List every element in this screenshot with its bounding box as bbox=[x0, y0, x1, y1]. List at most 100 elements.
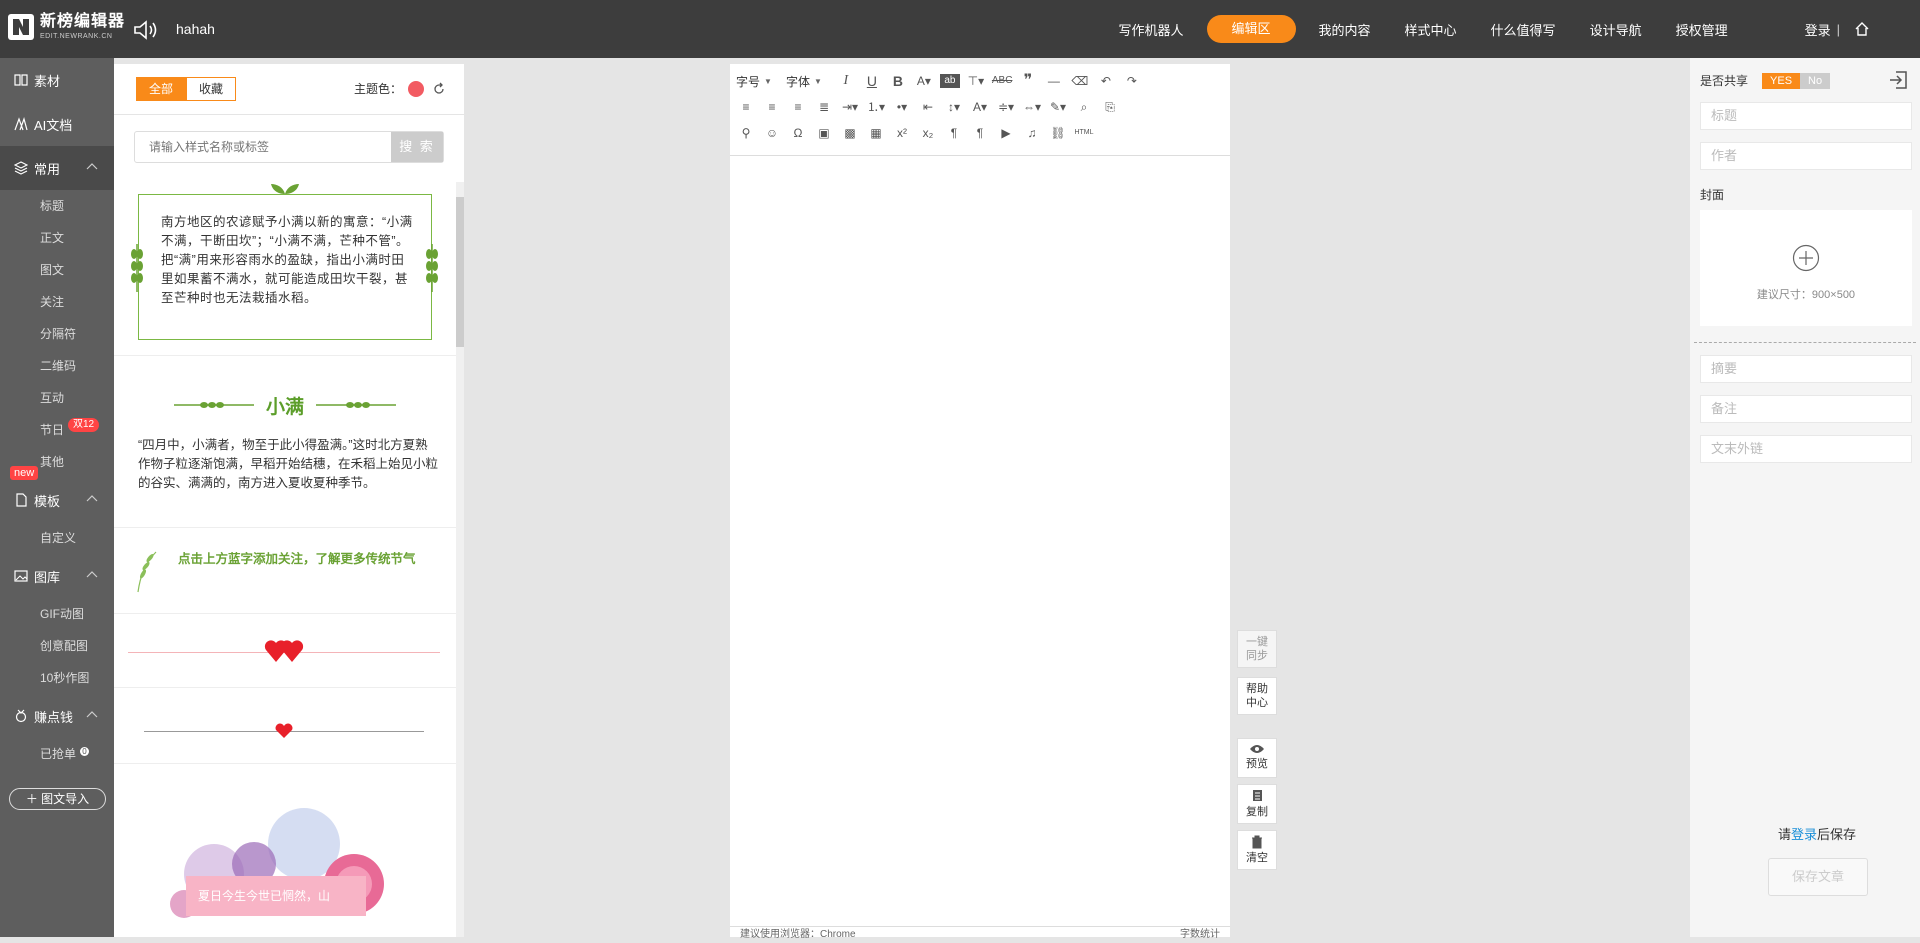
unordered-list-icon[interactable]: •▾ bbox=[892, 97, 912, 117]
font-color-icon[interactable]: A▾ bbox=[914, 71, 934, 91]
code-icon[interactable]: ⎘ bbox=[1100, 97, 1120, 117]
help-button[interactable]: 帮助中心 bbox=[1237, 677, 1277, 715]
background-color-icon[interactable]: ab bbox=[939, 74, 960, 88]
font-size-select[interactable]: 字号 bbox=[736, 73, 760, 90]
author-field[interactable]: 作者 bbox=[1700, 142, 1912, 170]
music-icon[interactable]: ♫ bbox=[1022, 123, 1042, 143]
bold-icon[interactable]: B bbox=[888, 71, 908, 91]
insert-image-icon[interactable]: ▣ bbox=[814, 123, 834, 143]
align-center-icon[interactable]: ≡ bbox=[762, 97, 782, 117]
outdent-icon[interactable]: ⇤ bbox=[918, 97, 938, 117]
sub-divider[interactable]: 分隔符 bbox=[0, 318, 114, 350]
home-icon[interactable] bbox=[1854, 21, 1870, 37]
title-field[interactable]: 标题 bbox=[1700, 102, 1912, 130]
nav-writing-robot[interactable]: 写作机器人 bbox=[1101, 20, 1200, 39]
sub-festival[interactable]: 节日 双12 bbox=[0, 414, 114, 446]
text-border-icon[interactable]: ⊤▾ bbox=[966, 71, 986, 91]
format-painter-icon[interactable]: ✎▾ bbox=[1048, 97, 1068, 117]
speaker-icon[interactable] bbox=[132, 19, 158, 41]
clear-button[interactable]: 清空 bbox=[1237, 830, 1277, 870]
nav-gallery[interactable]: 图库 bbox=[0, 554, 114, 598]
align-justify-icon[interactable]: ≣ bbox=[814, 97, 834, 117]
cover-upload[interactable]: 建议尺寸：900×500 bbox=[1700, 210, 1912, 326]
sub-title[interactable]: 标题 bbox=[0, 190, 114, 222]
underline-icon[interactable]: U bbox=[862, 71, 882, 91]
italic-icon[interactable]: I bbox=[836, 71, 856, 91]
nav-common[interactable]: 常用 bbox=[0, 146, 114, 190]
align-right-icon[interactable]: ≡ bbox=[788, 97, 808, 117]
login-link[interactable]: 登录 bbox=[1745, 20, 1831, 39]
superscript-icon[interactable]: x² bbox=[892, 123, 912, 143]
nav-worth-writing[interactable]: 什么值得写 bbox=[1474, 20, 1573, 39]
style-card[interactable] bbox=[114, 688, 456, 764]
nav-editor[interactable]: 编辑区 bbox=[1206, 15, 1296, 43]
sync-button[interactable]: 一键同步 bbox=[1237, 630, 1277, 668]
special-char-icon[interactable]: Ω bbox=[788, 123, 808, 143]
sub-grabbed[interactable]: 已抢单 0 bbox=[0, 738, 114, 770]
line-height-icon[interactable]: ↕▾ bbox=[944, 97, 964, 117]
sub-follow[interactable]: 关注 bbox=[0, 286, 114, 318]
multi-image-icon[interactable]: ▩ bbox=[840, 123, 860, 143]
nav-ai-doc[interactable]: AI文档 bbox=[0, 102, 114, 146]
letter-spacing-icon[interactable]: ⇔▾ bbox=[1022, 97, 1042, 117]
spacing-icon[interactable]: ≑▾ bbox=[996, 97, 1016, 117]
summary-field[interactable]: 摘要 bbox=[1700, 355, 1912, 383]
scroll-thumb[interactable] bbox=[456, 197, 464, 347]
style-card[interactable]: 点击上方蓝字添加关注，了解更多传统节气 bbox=[114, 528, 456, 614]
sub-creative[interactable]: 创意配图 bbox=[0, 630, 114, 662]
indent-icon[interactable]: ⇥▾ bbox=[840, 97, 860, 117]
style-card[interactable]: 小满 “四月中，小满者，物至于此小得盈满。”这时北方夏熟作物子粒逐渐饱满，早稻开… bbox=[114, 356, 456, 528]
reset-icon[interactable] bbox=[432, 82, 446, 96]
ordered-list-icon[interactable]: ⒈▾ bbox=[866, 97, 886, 117]
undo-icon[interactable]: ↶ bbox=[1096, 71, 1116, 91]
logo[interactable]: 新榜编辑器 EDIT.NEWRANK.CN bbox=[8, 14, 125, 40]
brush-icon[interactable]: ⚲ bbox=[736, 123, 756, 143]
html-icon[interactable]: HTML bbox=[1074, 123, 1094, 143]
eraser-icon[interactable]: ⌫ bbox=[1070, 71, 1090, 91]
link-icon[interactable]: ⛓ bbox=[1048, 123, 1068, 143]
horizontal-rule-icon[interactable]: — bbox=[1044, 71, 1064, 91]
sub-body[interactable]: 正文 bbox=[0, 222, 114, 254]
table-icon[interactable]: ▦ bbox=[866, 123, 886, 143]
search-button[interactable]: 搜 索 bbox=[391, 132, 443, 162]
emoji-icon[interactable]: ☺ bbox=[762, 123, 782, 143]
search-replace-icon[interactable]: ⌕ bbox=[1074, 97, 1094, 117]
redo-icon[interactable]: ↷ bbox=[1122, 71, 1142, 91]
strikethrough-icon[interactable]: ABC bbox=[992, 71, 1013, 91]
login-to-save-link[interactable]: 登录 bbox=[1791, 827, 1817, 842]
tab-all[interactable]: 全部 bbox=[136, 77, 187, 101]
sub-image-text[interactable]: 图文 bbox=[0, 254, 114, 286]
paragraph-color-icon[interactable]: A▾ bbox=[970, 97, 990, 117]
share-yes[interactable]: YES bbox=[1762, 72, 1801, 89]
nav-style-center[interactable]: 样式中心 bbox=[1388, 20, 1474, 39]
subscript-icon[interactable]: x₂ bbox=[918, 123, 938, 143]
nav-material[interactable]: 素材 bbox=[0, 58, 114, 102]
copy-button[interactable]: 复制 bbox=[1237, 784, 1277, 824]
align-left-icon[interactable]: ≡ bbox=[736, 97, 756, 117]
nav-design-nav[interactable]: 设计导航 bbox=[1573, 20, 1659, 39]
nav-earn[interactable]: 赚点钱 bbox=[0, 694, 114, 738]
sub-custom[interactable]: 自定义 bbox=[0, 522, 114, 554]
sub-10s[interactable]: 10秒作图 bbox=[0, 662, 114, 694]
editor-canvas[interactable] bbox=[730, 156, 1230, 926]
preview-button[interactable]: 预览 bbox=[1237, 738, 1277, 778]
username[interactable]: hahah bbox=[176, 21, 215, 37]
nav-auth-manage[interactable]: 授权管理 bbox=[1659, 20, 1745, 39]
import-button[interactable]: ＋ 图文导入 bbox=[9, 788, 106, 810]
rtl-icon[interactable]: ¶ bbox=[970, 123, 990, 143]
nav-my-content[interactable]: 我的内容 bbox=[1302, 20, 1388, 39]
sub-gif[interactable]: GIF动图 bbox=[0, 598, 114, 630]
theme-color-swatch[interactable] bbox=[408, 80, 424, 97]
note-field[interactable]: 备注 bbox=[1700, 395, 1912, 423]
word-count[interactable]: 字数统计 bbox=[1180, 927, 1220, 943]
scrollbar[interactable] bbox=[456, 182, 464, 937]
style-card[interactable] bbox=[114, 614, 456, 688]
style-card[interactable]: 夏日今生今世已惘然，山 bbox=[114, 764, 456, 937]
tab-favorites[interactable]: 收藏 bbox=[186, 77, 237, 101]
font-family-select[interactable]: 字体 bbox=[786, 73, 810, 90]
external-link-field[interactable]: 文末外链 bbox=[1700, 435, 1912, 463]
style-card[interactable]: 南方地区的农谚赋予小满以新的寓意：“小满不满，干断田坎”；“小满不满，芒种不管”… bbox=[114, 172, 456, 356]
share-no[interactable]: No bbox=[1800, 72, 1831, 89]
quote-icon[interactable]: ❞ bbox=[1018, 71, 1038, 91]
save-article-button[interactable]: 保存文章 bbox=[1768, 858, 1868, 896]
